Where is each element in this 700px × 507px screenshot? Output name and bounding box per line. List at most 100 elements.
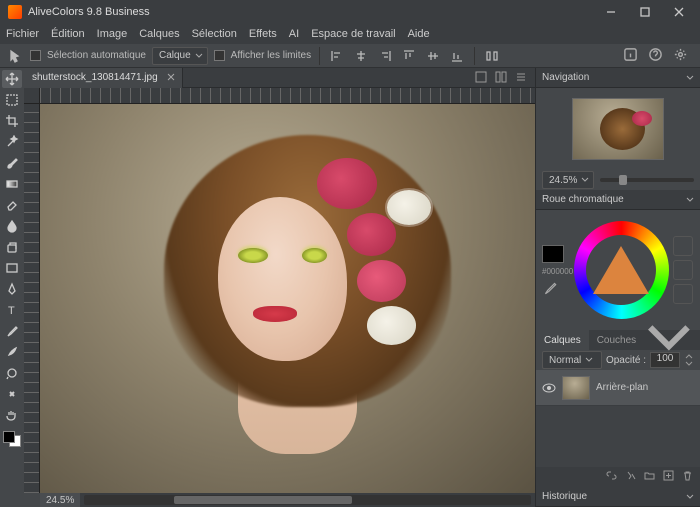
hex-value: #000000 — [542, 267, 570, 276]
document-tab[interactable]: shutterstock_130814471.jpg — [24, 68, 183, 88]
text-tool-icon[interactable]: T — [2, 301, 22, 319]
color-swatch[interactable] — [3, 431, 21, 447]
canvas-area: 24.5% — [24, 88, 535, 507]
current-color-swatch[interactable] — [542, 245, 564, 263]
document-filename: shutterstock_130814471.jpg — [32, 72, 158, 83]
folder-icon[interactable] — [643, 469, 656, 485]
layer-buttons — [536, 467, 700, 487]
layers-panel-tabs: Calques Couches — [536, 330, 700, 350]
app-logo — [8, 5, 22, 19]
color-wheel-panel-header[interactable]: Roue chromatique — [536, 190, 700, 210]
new-layer-icon[interactable] — [662, 469, 675, 485]
marquee-tool-icon[interactable] — [2, 91, 22, 109]
ruler-corner — [24, 88, 40, 104]
layer-row[interactable]: Arrière-plan — [536, 370, 700, 406]
close-tab-icon[interactable] — [166, 72, 176, 82]
smudge-tool-icon[interactable] — [2, 343, 22, 361]
dodge-tool-icon[interactable] — [2, 364, 22, 382]
tab-channels[interactable]: Couches — [589, 330, 644, 350]
nav-zoom-dropdown[interactable]: 24.5% — [542, 171, 594, 189]
eyedropper-tool-icon[interactable] — [2, 322, 22, 340]
color-wheel[interactable] — [574, 221, 669, 319]
nav-zoom-slider[interactable] — [600, 178, 694, 182]
pen-tool-icon[interactable] — [2, 280, 22, 298]
history-panel-header[interactable]: Historique — [536, 487, 700, 507]
opacity-label: Opacité : — [606, 355, 646, 366]
auto-select-checkbox[interactable]: Sélection automatique — [30, 50, 146, 61]
opacity-stepper[interactable] — [684, 353, 694, 367]
zoom-level[interactable]: 24.5% — [40, 493, 80, 507]
cursor-icon[interactable] — [6, 47, 24, 65]
blend-mode-dropdown[interactable]: Normal — [542, 351, 602, 369]
show-bounds-checkbox[interactable]: Afficher les limites — [214, 50, 311, 61]
menu-image[interactable]: Image — [97, 28, 128, 40]
navigation-panel-header[interactable]: Navigation — [536, 68, 700, 88]
settings-icon[interactable] — [673, 47, 688, 65]
menu-selection[interactable]: Sélection — [192, 28, 237, 40]
align-top-icon[interactable] — [400, 47, 418, 65]
visibility-icon[interactable] — [542, 381, 556, 395]
crop-tool-icon[interactable] — [2, 112, 22, 130]
right-panels: Navigation 24.5% Roue chromatique #00000… — [535, 68, 700, 507]
eyedropper-icon[interactable] — [542, 280, 558, 296]
menu-help[interactable]: Aide — [408, 28, 430, 40]
align-bottom-icon[interactable] — [448, 47, 466, 65]
wand-tool-icon[interactable] — [2, 133, 22, 151]
align-center-h-icon[interactable] — [352, 47, 370, 65]
brush-tool-icon[interactable] — [2, 154, 22, 172]
tab-menu-icon[interactable] — [515, 71, 529, 85]
wheel-mode2-icon[interactable] — [673, 260, 693, 280]
delete-layer-icon[interactable] — [681, 469, 694, 485]
distribute-icon[interactable] — [483, 47, 501, 65]
chevron-down-icon — [686, 74, 694, 82]
wheel-mode-icon[interactable] — [673, 236, 693, 256]
eraser-tool-icon[interactable] — [2, 196, 22, 214]
canvas[interactable] — [40, 104, 535, 493]
horizontal-scrollbar[interactable] — [84, 495, 531, 505]
layers-list: Arrière-plan — [536, 370, 700, 467]
align-middle-v-icon[interactable] — [424, 47, 442, 65]
auto-select-label: Sélection automatique — [47, 50, 146, 61]
document-tabs: shutterstock_130814471.jpg — [24, 68, 535, 88]
opacity-input[interactable]: 100 — [650, 352, 680, 368]
layer-thumbnail — [562, 376, 590, 400]
blur-tool-icon[interactable] — [2, 217, 22, 235]
svg-text:T: T — [8, 305, 15, 317]
shape-tool-icon[interactable] — [2, 259, 22, 277]
ruler-horizontal[interactable] — [40, 88, 535, 104]
maximize-button[interactable] — [628, 0, 662, 24]
tab-layers[interactable]: Calques — [536, 330, 589, 350]
options-bar: Sélection automatique Calque Afficher le… — [0, 44, 700, 68]
help-icon[interactable] — [648, 47, 663, 65]
menu-file[interactable]: Fichier — [6, 28, 39, 40]
tab-option-icon[interactable] — [475, 71, 489, 85]
move-tool-icon[interactable] — [2, 70, 22, 88]
app-title: AliveColors 9.8 Business — [28, 6, 594, 18]
navigation-thumbnail[interactable] — [536, 88, 700, 170]
menu-bar: Fichier Édition Image Calques Sélection … — [0, 24, 700, 44]
clone-tool-icon[interactable] — [2, 238, 22, 256]
minimize-button[interactable] — [594, 0, 628, 24]
fx-icon[interactable] — [624, 469, 637, 485]
close-button[interactable] — [662, 0, 696, 24]
align-left-icon[interactable] — [328, 47, 346, 65]
align-right-icon[interactable] — [376, 47, 394, 65]
menu-ai[interactable]: AI — [289, 28, 299, 40]
heal-tool-icon[interactable] — [2, 385, 22, 403]
wheel-mode3-icon[interactable] — [673, 284, 693, 304]
ruler-vertical[interactable] — [24, 104, 40, 493]
menu-edit[interactable]: Édition — [51, 28, 85, 40]
info-icon[interactable] — [623, 47, 638, 65]
tool-palette: T — [0, 68, 24, 507]
menu-layers[interactable]: Calques — [139, 28, 179, 40]
layer-dropdown[interactable]: Calque — [152, 47, 208, 65]
menu-effects[interactable]: Effets — [249, 28, 277, 40]
chevron-down-icon — [686, 196, 694, 204]
tab-option2-icon[interactable] — [495, 71, 509, 85]
hand-tool-icon[interactable] — [2, 406, 22, 424]
document-image — [40, 104, 535, 493]
chevron-down-icon — [686, 493, 694, 501]
menu-workspace[interactable]: Espace de travail — [311, 28, 395, 40]
link-layers-icon[interactable] — [605, 469, 618, 485]
gradient-tool-icon[interactable] — [2, 175, 22, 193]
